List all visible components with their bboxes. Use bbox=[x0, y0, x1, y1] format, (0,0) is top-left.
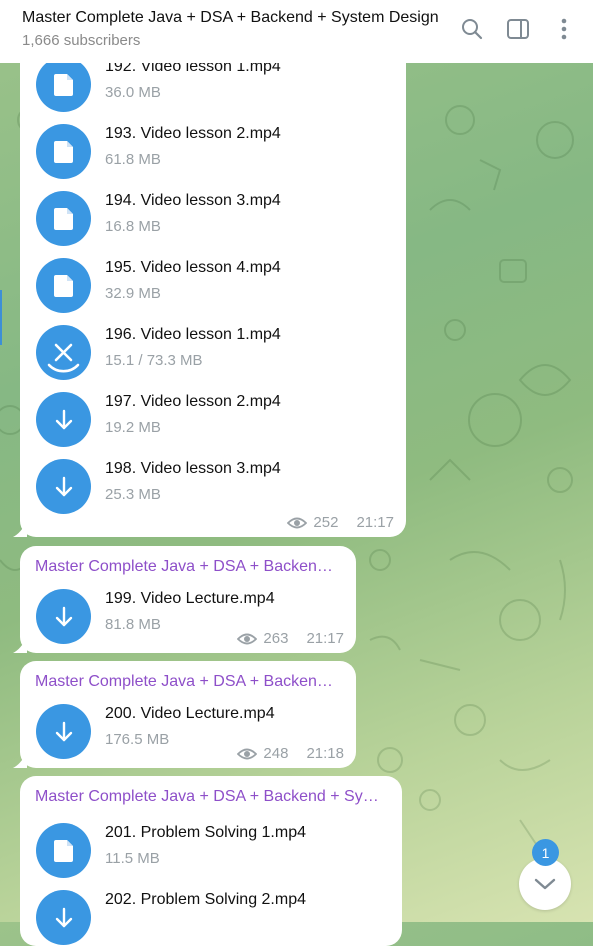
message-bubble[interactable]: Master Complete Java + DSA + Backend + S… bbox=[20, 776, 402, 946]
file-name: 199. Video Lecture.mp4 bbox=[105, 590, 275, 607]
views-eye-icon bbox=[287, 517, 308, 528]
file-name: 200. Video Lecture.mp4 bbox=[105, 705, 275, 722]
window-edge-indicator bbox=[0, 290, 2, 345]
message-time: 21:18 bbox=[306, 745, 344, 762]
search-icon[interactable] bbox=[459, 16, 485, 42]
file-name: 202. Problem Solving 2.mp4 bbox=[105, 891, 306, 908]
bubble-tail bbox=[13, 752, 27, 768]
views-eye-icon bbox=[237, 633, 258, 644]
view-count: 263 bbox=[263, 630, 289, 647]
unread-badge: 1 bbox=[532, 839, 559, 866]
file-name: 197. Video lesson 2.mp4 bbox=[105, 393, 281, 410]
chevron-down-icon bbox=[534, 878, 556, 890]
channel-title[interactable]: Master Complete Java + DSA + Backend + S… bbox=[22, 8, 444, 28]
download-arrow-icon[interactable] bbox=[36, 589, 91, 644]
sender-name[interactable]: Master Complete Java + DSA + Backend + S… bbox=[35, 673, 341, 691]
document-icon[interactable] bbox=[36, 57, 91, 112]
message-bubble[interactable]: 192. Video lesson 1.mp4 36.0 MB 193. Vid… bbox=[13, 40, 406, 537]
file-name: 193. Video lesson 2.mp4 bbox=[105, 125, 281, 142]
download-progress-text: 15.1 / 73.3 MB bbox=[105, 352, 203, 369]
message-bubble[interactable]: Master Complete Java + DSA + Backend + S… bbox=[13, 546, 356, 653]
download-arrow-icon[interactable] bbox=[36, 704, 91, 759]
more-vertical-icon[interactable] bbox=[551, 16, 577, 42]
file-size: 32.9 MB bbox=[105, 285, 161, 302]
file-size: 36.0 MB bbox=[105, 84, 161, 101]
file-size: 81.8 MB bbox=[105, 616, 161, 633]
sender-name[interactable]: Master Complete Java + DSA + Backend + S… bbox=[35, 788, 385, 806]
message-time: 21:17 bbox=[306, 630, 344, 647]
download-arrow-icon[interactable] bbox=[36, 459, 91, 514]
cancel-download-icon[interactable] bbox=[36, 325, 91, 380]
file-size: 25.3 MB bbox=[105, 486, 161, 503]
message-time: 21:17 bbox=[356, 514, 394, 531]
message-meta: 248 21:18 bbox=[237, 745, 344, 762]
document-icon[interactable] bbox=[36, 191, 91, 246]
sidebar-toggle-icon[interactable] bbox=[505, 16, 531, 42]
message-bubble[interactable]: Master Complete Java + DSA + Backend + S… bbox=[13, 661, 356, 768]
chat-header[interactable]: Master Complete Java + DSA + Backend + S… bbox=[0, 0, 593, 63]
download-arrow-icon[interactable] bbox=[36, 890, 91, 945]
file-name: 201. Problem Solving 1.mp4 bbox=[105, 824, 306, 841]
view-count: 252 bbox=[313, 514, 339, 531]
download-progress-ring bbox=[47, 363, 80, 373]
document-icon[interactable] bbox=[36, 823, 91, 878]
message-meta: 263 21:17 bbox=[237, 630, 344, 647]
file-name: 194. Video lesson 3.mp4 bbox=[105, 192, 281, 209]
message-meta: 252 21:17 bbox=[287, 514, 394, 531]
document-icon[interactable] bbox=[36, 124, 91, 179]
file-name: 198. Video lesson 3.mp4 bbox=[105, 460, 281, 477]
file-name: 196. Video lesson 1.mp4 bbox=[105, 326, 281, 343]
sender-name[interactable]: Master Complete Java + DSA + Backend + S… bbox=[35, 558, 341, 576]
file-name: 195. Video lesson 4.mp4 bbox=[105, 259, 281, 276]
bubble-tail bbox=[13, 637, 27, 653]
view-count: 248 bbox=[263, 745, 289, 762]
document-icon[interactable] bbox=[36, 258, 91, 313]
file-size: 16.8 MB bbox=[105, 218, 161, 235]
views-eye-icon bbox=[237, 748, 258, 759]
file-size: 19.2 MB bbox=[105, 419, 161, 436]
bubble-tail bbox=[13, 521, 27, 537]
file-size: 61.8 MB bbox=[105, 151, 161, 168]
download-arrow-icon[interactable] bbox=[36, 392, 91, 447]
file-size: 176.5 MB bbox=[105, 731, 170, 748]
file-size: 11.5 MB bbox=[105, 850, 160, 867]
